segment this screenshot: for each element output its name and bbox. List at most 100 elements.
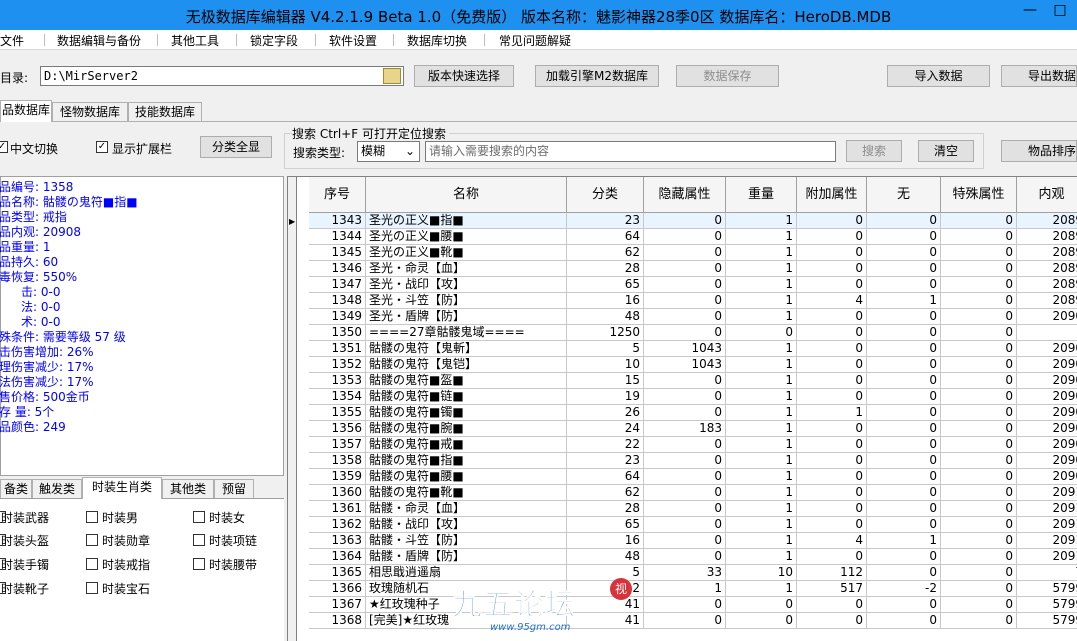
table-cell-col-hidden-attr[interactable]: 0: [644, 469, 726, 485]
table-cell-col-special-attr[interactable]: 0: [941, 277, 1017, 293]
table-cell-col-name[interactable]: 圣光の正义■指■: [366, 213, 567, 229]
table-cell-col-extra-attr[interactable]: 4: [797, 533, 867, 549]
item-sort-button[interactable]: 物品排序: [1001, 140, 1077, 162]
table-cell-col-hidden-attr[interactable]: 0: [644, 389, 726, 405]
menu-data-edit[interactable]: 数据编辑与备份: [57, 32, 141, 49]
table-cell-col-weight[interactable]: 1: [726, 245, 797, 261]
table-cell-col-special-attr[interactable]: 0: [941, 293, 1017, 309]
table-cell-col-none[interactable]: -2: [867, 581, 941, 597]
table-cell-col-appearance[interactable]: 2091: [1017, 501, 1077, 517]
table-cell-col-hidden-attr[interactable]: 1043: [644, 357, 726, 373]
table-cell-col-name[interactable]: 圣光の正义■靴■: [366, 245, 567, 261]
table-cell-col-appearance[interactable]: [1017, 325, 1077, 341]
table-cell-col-weight[interactable]: 1: [726, 309, 797, 325]
table-cell-col-extra-attr[interactable]: 0: [797, 373, 867, 389]
table-cell-col-appearance[interactable]: 2090: [1017, 309, 1077, 325]
table-cell-col-extra-attr[interactable]: 0: [797, 261, 867, 277]
table-cell-col-category[interactable]: 1250: [567, 325, 644, 341]
table-cell-col-appearance[interactable]: 2089: [1017, 277, 1077, 293]
table-cell-col-seq[interactable]: 1366: [309, 581, 366, 597]
save-data-button[interactable]: 数据保存: [676, 65, 779, 87]
table-cell-col-appearance[interactable]: 2091: [1017, 485, 1077, 501]
fashion-medal-checkbox[interactable]: [86, 534, 98, 546]
tab-equip[interactable]: 备类: [0, 479, 32, 499]
table-cell-col-seq[interactable]: 1357: [309, 437, 366, 453]
search-button[interactable]: 搜索: [846, 140, 902, 162]
table-cell-col-name[interactable]: 圣光の正义■腰■: [366, 229, 567, 245]
table-cell-col-seq[interactable]: 1361: [309, 501, 366, 517]
maximize-button[interactable]: □: [1045, 0, 1075, 22]
table-cell-col-category[interactable]: 64: [567, 469, 644, 485]
table-cell-col-weight[interactable]: 1: [726, 405, 797, 421]
table-cell-col-hidden-attr[interactable]: 0: [644, 309, 726, 325]
table-cell-col-none[interactable]: 0: [867, 277, 941, 293]
table-cell-col-name[interactable]: 骷髅の鬼符【鬼斬】: [366, 341, 567, 357]
table-cell-col-appearance[interactable]: 5799: [1017, 613, 1077, 629]
table-cell-col-extra-attr[interactable]: 0: [797, 357, 867, 373]
table-cell-col-category[interactable]: 19: [567, 389, 644, 405]
fashion-necklace-checkbox[interactable]: [193, 534, 205, 546]
table-cell-col-weight[interactable]: 1: [726, 501, 797, 517]
tab-skill-db[interactable]: 技能数据库: [128, 102, 202, 122]
table-cell-col-special-attr[interactable]: 0: [941, 357, 1017, 373]
table-cell-col-name[interactable]: 骷髅の鬼符■指■: [366, 453, 567, 469]
table-cell-col-special-attr[interactable]: 0: [941, 581, 1017, 597]
show-ext-checkbox[interactable]: ✓: [96, 141, 108, 153]
table-cell-col-hidden-attr[interactable]: 0: [644, 229, 726, 245]
table-cell-col-weight[interactable]: 1: [726, 437, 797, 453]
table-cell-col-extra-attr[interactable]: 0: [797, 389, 867, 405]
table-cell-col-none[interactable]: 1: [867, 293, 941, 309]
table-cell-col-name[interactable]: 骷髅の鬼符■戒■: [366, 437, 567, 453]
table-cell-col-appearance[interactable]: 2090: [1017, 389, 1077, 405]
table-cell-col-appearance[interactable]: 2091: [1017, 549, 1077, 565]
table-cell-col-hidden-attr[interactable]: 183: [644, 421, 726, 437]
table-cell-col-weight[interactable]: 1: [726, 373, 797, 389]
header-col-special-attr[interactable]: 特殊属性: [941, 177, 1017, 213]
table-cell-col-extra-attr[interactable]: 112: [797, 565, 867, 581]
table-cell-col-extra-attr[interactable]: 0: [797, 277, 867, 293]
table-cell-col-none[interactable]: 0: [867, 309, 941, 325]
table-cell-col-category[interactable]: 5: [567, 341, 644, 357]
menu-other-tools[interactable]: 其他工具: [171, 32, 219, 49]
table-cell-col-weight[interactable]: 1: [726, 229, 797, 245]
table-cell-col-hidden-attr[interactable]: 33: [644, 565, 726, 581]
header-col-category[interactable]: 分类: [567, 177, 644, 213]
table-cell-col-none[interactable]: 0: [867, 341, 941, 357]
table-cell-col-extra-attr[interactable]: 0: [797, 341, 867, 357]
table-cell-col-none[interactable]: 0: [867, 245, 941, 261]
tab-fashion-zodiac[interactable]: 时装生肖类: [82, 477, 162, 499]
header-col-seq[interactable]: 序号: [309, 177, 366, 213]
table-cell-col-weight[interactable]: 1: [726, 261, 797, 277]
table-cell-col-name[interactable]: 骷髅・战印【攻】: [366, 517, 567, 533]
table-cell-col-none[interactable]: 0: [867, 261, 941, 277]
table-cell-col-hidden-attr[interactable]: 0: [644, 373, 726, 389]
table-cell-col-appearance[interactable]: 2089: [1017, 213, 1077, 229]
table-cell-col-name[interactable]: 圣光・命灵【血】: [366, 261, 567, 277]
table-cell-col-appearance[interactable]: 2090: [1017, 437, 1077, 453]
table-cell-col-extra-attr[interactable]: 0: [797, 549, 867, 565]
table-cell-col-category[interactable]: 24: [567, 421, 644, 437]
table-cell-col-appearance[interactable]: 2090: [1017, 373, 1077, 389]
header-col-extra-attr[interactable]: 附加属性: [797, 177, 867, 213]
table-cell-col-hidden-attr[interactable]: 0: [644, 453, 726, 469]
table-cell-col-hidden-attr[interactable]: 0: [644, 261, 726, 277]
table-cell-col-hidden-attr[interactable]: 0: [644, 277, 726, 293]
table-cell-col-extra-attr[interactable]: 0: [797, 437, 867, 453]
table-cell-col-appearance[interactable]: 7: [1017, 565, 1077, 581]
table-cell-col-appearance[interactable]: 5799: [1017, 597, 1077, 613]
table-cell-col-appearance[interactable]: 2090: [1017, 357, 1077, 373]
table-cell-col-weight[interactable]: 1: [726, 341, 797, 357]
table-cell-col-weight[interactable]: 1: [726, 293, 797, 309]
table-cell-col-none[interactable]: 0: [867, 357, 941, 373]
table-cell-col-name[interactable]: 骷髅の鬼符【鬼铠】: [366, 357, 567, 373]
table-cell-col-seq[interactable]: 1348: [309, 293, 366, 309]
table-cell-col-extra-attr[interactable]: 0: [797, 325, 867, 341]
table-cell-col-special-attr[interactable]: 0: [941, 517, 1017, 533]
table-cell-col-hidden-attr[interactable]: 0: [644, 325, 726, 341]
table-cell-col-appearance[interactable]: 2090: [1017, 453, 1077, 469]
table-cell-col-appearance[interactable]: 2090: [1017, 421, 1077, 437]
table-cell-col-category[interactable]: 48: [567, 549, 644, 565]
table-cell-col-hidden-attr[interactable]: 0: [644, 613, 726, 629]
table-cell-col-seq[interactable]: 1363: [309, 533, 366, 549]
table-cell-col-special-attr[interactable]: 0: [941, 373, 1017, 389]
